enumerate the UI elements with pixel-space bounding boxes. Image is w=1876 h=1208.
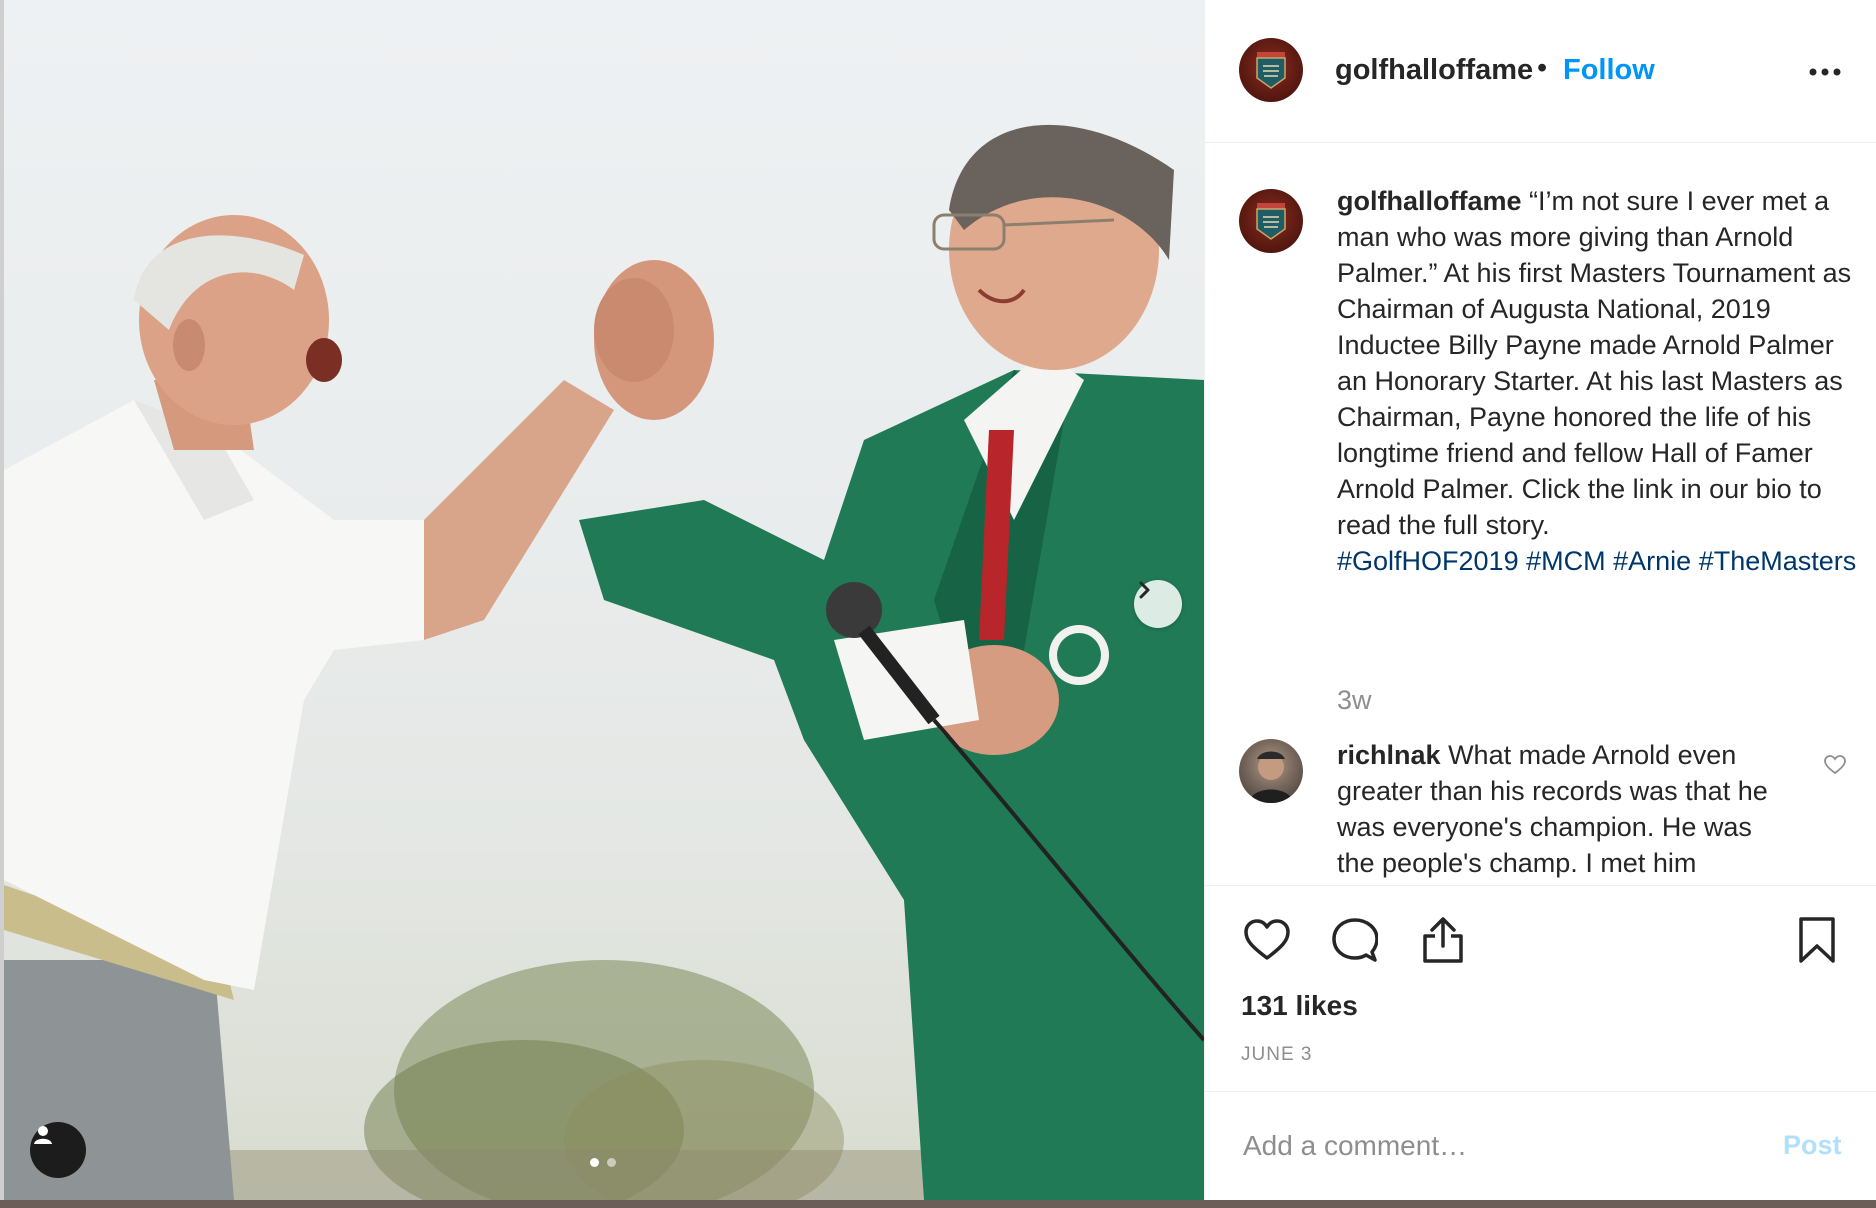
heart-icon	[1244, 919, 1290, 960]
post-caption: golfhalloffame “I’m not sure I ever met …	[1337, 183, 1857, 579]
feed-background-strip	[0, 1200, 1876, 1208]
add-comment-bar: Post	[1205, 1091, 1876, 1201]
hashtag-list: #GolfHOF2019 #MCM #Arnie #TheMasters	[1337, 543, 1857, 579]
commenter-photo	[1249, 751, 1293, 803]
photo-illustration	[4, 124, 1204, 1200]
caption-username[interactable]: golfhalloffame	[1337, 186, 1522, 216]
hashtag-link[interactable]: #Arnie	[1613, 546, 1691, 576]
comment-like-button[interactable]	[1823, 753, 1847, 777]
comment-item: richlnak What made Arnold even greater t…	[1337, 737, 1777, 881]
carousel-dot-active	[590, 1158, 599, 1167]
chevron-right-icon	[1139, 581, 1150, 599]
profile-avatar[interactable]	[1239, 38, 1303, 102]
caption-author-avatar[interactable]	[1239, 189, 1303, 253]
heart-outline-icon	[1824, 755, 1846, 775]
carousel-indicator	[590, 1158, 616, 1167]
bookmark-icon	[1799, 917, 1835, 963]
hashtag-link[interactable]: #TheMasters	[1699, 546, 1857, 576]
post-comment-button[interactable]: Post	[1783, 1130, 1842, 1161]
post-time-ago[interactable]: 3w	[1337, 685, 1372, 716]
share-icon	[1423, 917, 1463, 963]
commenter-username[interactable]: richlnak	[1337, 740, 1441, 770]
follow-button[interactable]: Follow	[1563, 54, 1655, 87]
more-options-button[interactable]	[1805, 52, 1845, 92]
hashtag-link[interactable]: #GolfHOF2019	[1337, 546, 1519, 576]
hall-of-fame-logo-icon	[1256, 52, 1286, 89]
hashtag-link[interactable]: #MCM	[1526, 546, 1606, 576]
post-photo[interactable]	[4, 0, 1204, 1200]
save-button[interactable]	[1791, 914, 1843, 966]
likes-count[interactable]: 131 likes	[1241, 990, 1358, 1022]
post-author-username[interactable]: golfhalloffame	[1335, 54, 1533, 87]
more-options-icon	[1809, 68, 1841, 76]
next-photo-button[interactable]	[1134, 580, 1182, 628]
post-date[interactable]: JUNE 3	[1241, 1044, 1312, 1066]
tagged-users-button[interactable]	[30, 1122, 86, 1178]
separator-dot: •	[1537, 52, 1548, 84]
comment-input[interactable]	[1241, 1120, 1765, 1172]
hall-of-fame-logo-icon	[1256, 203, 1286, 240]
share-button[interactable]	[1417, 914, 1469, 966]
comment-button[interactable]	[1329, 914, 1381, 966]
comment-icon	[1332, 918, 1378, 962]
like-button[interactable]	[1241, 914, 1293, 966]
comments-section: golfhalloffame “I’m not sure I ever met …	[1205, 143, 1876, 885]
commenter-avatar[interactable]	[1239, 739, 1303, 803]
carousel-dot	[607, 1158, 616, 1167]
caption-text: “I’m not sure I ever met a man who was m…	[1337, 186, 1852, 540]
user-tag-icon	[34, 1126, 52, 1144]
post-actions: 131 likes JUNE 3	[1205, 885, 1876, 1092]
post-header: golfhalloffame • Follow	[1205, 0, 1876, 143]
post-side-panel: golfhalloffame • Follow golfhalloffame “…	[1204, 0, 1876, 1200]
